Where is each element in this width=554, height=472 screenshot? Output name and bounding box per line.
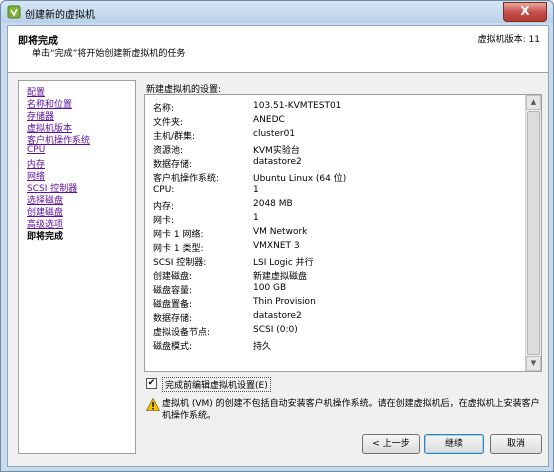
settings-key: SCSI 控制器:	[153, 258, 207, 268]
dialog-client: 即将完成 单击“完成”将开始创建新虚拟机的任务 虚拟机版本: 11 配置 名称和…	[7, 25, 549, 467]
settings-key: 主机/群集:	[153, 132, 196, 142]
scroll-thumb[interactable]	[527, 111, 540, 355]
settings-key: 文件夹:	[153, 118, 184, 128]
settings-scrollbar[interactable]: ▲ ▼	[525, 95, 541, 371]
settings-key: 网卡 1 网络:	[153, 230, 204, 240]
settings-value: 1	[253, 185, 259, 195]
back-button[interactable]: < 上一步	[362, 434, 420, 454]
settings-value: VM Network	[253, 227, 308, 237]
settings-value: 持久	[253, 342, 272, 352]
settings-key: 数据存储:	[153, 314, 193, 324]
settings-key: 磁盘模式:	[153, 342, 193, 352]
close-button[interactable]: X	[503, 2, 547, 22]
dialog-window: 创建新的虚拟机 X 即将完成 单击“完成”将开始创建新虚拟机的任务 虚拟机版本:…	[0, 0, 554, 472]
settings-key: 网卡:	[153, 216, 175, 226]
settings-value: LSI Logic 并行	[253, 258, 314, 268]
header-panel: 即将完成 单击“完成”将开始创建新虚拟机的任务 虚拟机版本: 11	[8, 26, 548, 73]
settings-key: 创建磁盘:	[153, 272, 193, 282]
settings-key: 数据存储:	[153, 160, 193, 170]
nav-item-ready-to-complete: 即将完成	[27, 232, 64, 242]
settings-value: 100 GB	[253, 283, 287, 293]
settings-key: 客户机操作系统:	[153, 174, 220, 184]
settings-value: KVM实验台	[253, 146, 300, 156]
settings-key: 资源池:	[153, 146, 184, 156]
main-panel: 新建虚拟机的设置: 名称: 103.51-KVMTEST01 文件夹: ANEDC …	[142, 80, 546, 452]
vm-version-label: 虚拟机版本: 11	[477, 35, 540, 45]
settings-value: 103.51-KVMTEST01	[253, 101, 342, 111]
window-title: 创建新的虚拟机	[25, 10, 95, 21]
settings-value: ANEDC	[253, 115, 285, 125]
settings-value: cluster01	[253, 129, 296, 139]
settings-key: CPU:	[153, 185, 175, 195]
settings-value: 1	[253, 213, 259, 223]
page-title: 即将完成	[18, 36, 58, 47]
settings-value: SCSI (0:0)	[253, 325, 298, 335]
settings-value: 新建虚拟磁盘	[253, 272, 308, 282]
scroll-up-arrow-icon[interactable]: ▲	[526, 95, 541, 110]
scroll-down-arrow-icon[interactable]: ▼	[526, 356, 541, 371]
settings-key: 内存:	[153, 202, 175, 212]
finish-button[interactable]: 继续	[424, 434, 484, 454]
warning-text: 虚拟机 (VM) 的创建不包括自动安装客户机操作系统。请在创建虚拟机后，在虚拟机…	[162, 399, 540, 421]
settings-value: datastore2	[253, 311, 302, 321]
page-subtitle: 单击“完成”将开始创建新虚拟机的任务	[32, 49, 186, 59]
settings-list[interactable]: 名称: 103.51-KVMTEST01 文件夹: ANEDC 主机/群集: clus…	[144, 94, 542, 372]
settings-key: 磁盘容量:	[153, 286, 193, 296]
settings-key: 名称:	[153, 104, 175, 114]
settings-value: Ubuntu Linux (64 位)	[253, 174, 347, 184]
edit-settings-checkbox[interactable]: ✔	[146, 378, 157, 389]
settings-key: 磁盘置备:	[153, 300, 193, 310]
nav-item-cpu[interactable]: CPU	[27, 145, 45, 155]
settings-value: datastore2	[253, 157, 302, 167]
settings-value: VMXNET 3	[253, 241, 300, 251]
warning-icon	[146, 398, 160, 411]
vsphere-app-icon	[7, 5, 21, 19]
settings-key: 虚拟设备节点:	[153, 328, 211, 338]
settings-value: Thin Provision	[253, 297, 316, 307]
edit-settings-label[interactable]: 完成前编辑虚拟机设置(E)	[162, 377, 271, 392]
wizard-nav: 配置 名称和位置 存储器 虚拟机版本 客户机操作系统 CPU 内存 网络 SCS…	[18, 80, 136, 454]
settings-key: 网卡 1 类型:	[153, 244, 204, 254]
cancel-button[interactable]: 取消	[490, 434, 542, 454]
settings-value: 2048 MB	[253, 199, 293, 209]
title-bar: 创建新的虚拟机 X	[1, 1, 553, 23]
